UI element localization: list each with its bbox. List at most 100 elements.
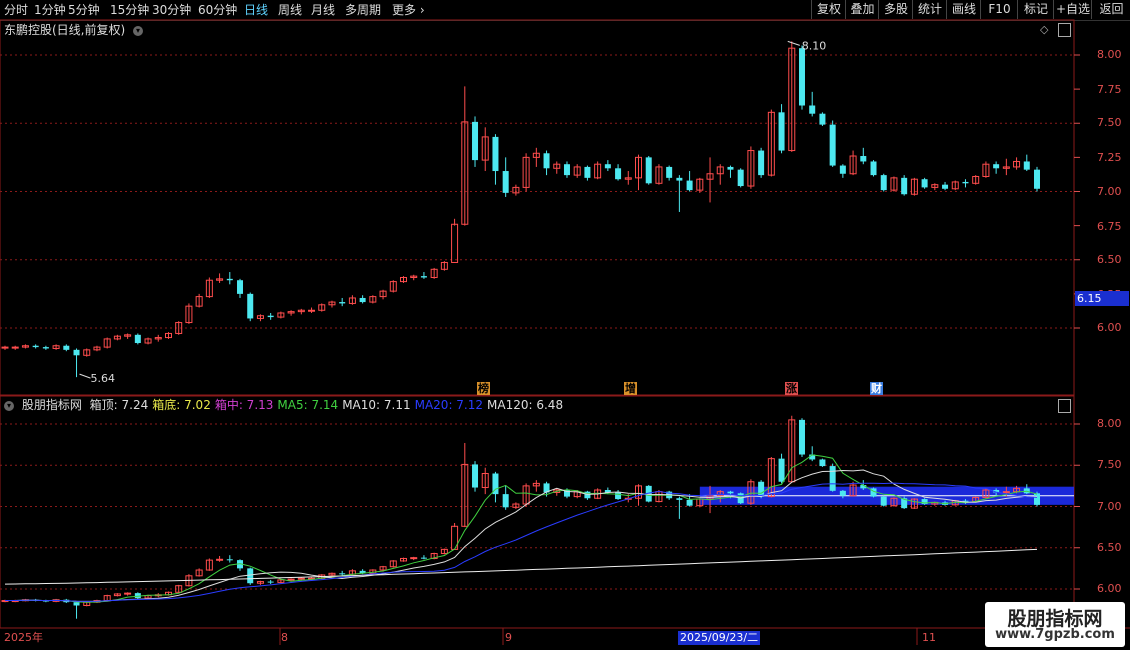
lower-candle [686, 499, 693, 506]
lower-candle [584, 491, 591, 499]
upper-candle [339, 302, 346, 304]
upper-candle [63, 345, 70, 350]
upper-axis-label: 7.75 [1097, 83, 1122, 96]
upper-candle [880, 175, 887, 191]
upper-candle [247, 293, 254, 319]
lower-candle [798, 419, 805, 455]
upper-candle [727, 166, 734, 170]
upper-candle [993, 164, 1000, 169]
lower-candle [727, 491, 734, 494]
upper-candle [666, 166, 673, 178]
event-marker[interactable]: 榜 [477, 382, 490, 395]
ma120-line [4, 548, 1038, 585]
upper-candle [584, 166, 591, 178]
lower-candle [297, 577, 305, 580]
lower-candle [615, 492, 622, 500]
upper-candle [73, 349, 80, 356]
kline-chart[interactable]: 8.10 5.64 [0, 0, 1130, 650]
upper-candle [798, 48, 805, 106]
lower-axis-label: 8.00 [1097, 417, 1122, 430]
lower-candle [267, 581, 274, 583]
upper-candle [1, 346, 9, 349]
upper-candle [829, 124, 836, 166]
upper-axis-label: 6.75 [1097, 220, 1122, 233]
upper-candle [942, 184, 949, 189]
lower-candle [73, 602, 80, 606]
indicator-name[interactable]: 股朋指标网 [22, 398, 82, 412]
upper-candle [737, 169, 744, 187]
upper-candle [778, 112, 785, 151]
lower-axis-label: 6.50 [1097, 541, 1122, 554]
lower-candle [420, 557, 427, 559]
lower-candle [829, 466, 836, 491]
upper-candle [563, 164, 570, 176]
lower-axis-label: 6.00 [1097, 582, 1122, 595]
upper-candle [32, 345, 39, 348]
upper-candle [645, 157, 652, 184]
upper-candle [226, 278, 233, 281]
indicator-value: MA120: 6.48 [487, 398, 564, 412]
lower-candle [880, 496, 887, 506]
upper-candle [11, 346, 19, 349]
watermark-box: 股朋指标网 www.7gpzb.com [985, 602, 1125, 647]
upper-candle [615, 168, 622, 180]
date-label-sep: 9 [505, 631, 512, 644]
upper-candle [308, 309, 316, 312]
event-marker[interactable]: 涨 [785, 382, 798, 395]
window-toggle-icon[interactable] [1058, 399, 1071, 413]
lower-candle [839, 490, 846, 496]
upper-candle [901, 177, 908, 195]
upper-candle [839, 165, 846, 174]
watermark-url: www.7gpzb.com [995, 627, 1115, 642]
indicator-value: MA5: 7.14 [277, 398, 339, 412]
lower-candle [339, 573, 346, 575]
upper-candle [267, 315, 274, 318]
upper-candle [1023, 161, 1030, 170]
lower-candle [758, 481, 765, 497]
upper-candle [502, 171, 509, 193]
upper-candle [676, 177, 683, 181]
lower-candle [819, 459, 826, 467]
lower-candle [1002, 491, 1010, 494]
upper-candle [758, 150, 765, 176]
indicator-value: MA10: 7.11 [342, 398, 411, 412]
date-label-year: 2025年 [4, 631, 43, 644]
upper-candle [237, 280, 244, 294]
upper-candle [420, 276, 427, 278]
lower-axis-label: 7.00 [1097, 500, 1122, 513]
lower-candle [778, 458, 785, 482]
upper-candle [921, 179, 928, 188]
indicator-value: 箱底: 7.02 [152, 398, 211, 412]
chevron-down-icon[interactable]: ▾ [4, 400, 14, 411]
upper-candle [604, 164, 611, 169]
upper-candle [472, 121, 479, 161]
high-arrow [787, 40, 800, 46]
event-marker[interactable]: 增 [624, 382, 637, 395]
high-label: 8.10 [802, 39, 827, 52]
current-price-tag: 6.15 [1075, 291, 1129, 306]
indicator-bar: ▾ 股朋指标网 箱顶: 7.24 箱底: 7.02 箱中: 7.13 MA5: 7.1… [4, 397, 571, 413]
lower-candle [287, 578, 295, 581]
lower-candle [124, 592, 132, 595]
date-label-aug: 8 [281, 631, 288, 644]
lower-axis-label: 7.50 [1097, 458, 1122, 471]
upper-candle [42, 347, 49, 349]
lower-candle [410, 557, 418, 560]
ma5-line [5, 454, 1038, 603]
upper-candle [359, 297, 366, 303]
upper-candle [451, 223, 459, 263]
event-marker[interactable]: 财 [870, 382, 883, 395]
upper-axis-label: 8.00 [1097, 48, 1122, 61]
indicator-value: MA20: 7.12 [414, 398, 484, 412]
upper-candle [686, 180, 693, 191]
indicator-value: 箱中: 7.13 [214, 398, 274, 412]
low-arrow [79, 373, 91, 379]
upper-candle [492, 136, 499, 172]
lower-candle [472, 464, 479, 488]
date-label-nov: 11 [922, 631, 936, 644]
upper-candle [543, 153, 550, 169]
upper-axis-label: 7.50 [1097, 116, 1122, 129]
upper-candle [134, 334, 141, 344]
upper-candle [870, 161, 877, 176]
indicator-values: 箱顶: 7.24 箱底: 7.02 箱中: 7.13 MA5: 7.14 MA10: 7… [90, 398, 567, 412]
